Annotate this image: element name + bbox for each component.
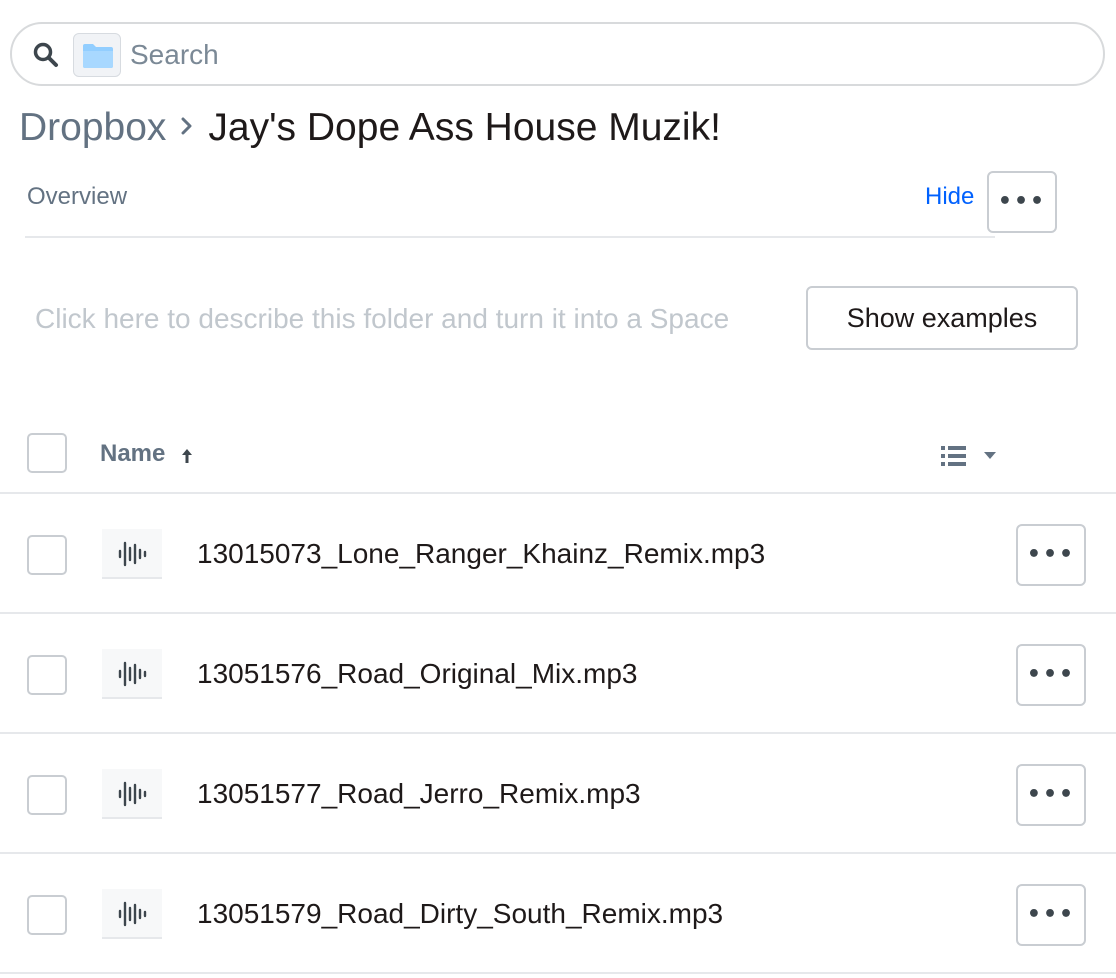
audio-file-icon — [102, 529, 162, 579]
row-checkbox[interactable] — [27, 535, 67, 575]
row-more-button[interactable]: ••• — [1016, 644, 1086, 706]
row-divider — [0, 972, 1116, 974]
table-row[interactable]: 13051576_Road_Original_Mix.mp3 ••• — [0, 614, 1116, 734]
table-row[interactable]: 13051577_Road_Jerro_Remix.mp3 ••• — [0, 734, 1116, 854]
file-name[interactable]: 13051577_Road_Jerro_Remix.mp3 — [197, 778, 641, 810]
file-name[interactable]: 13015073_Lone_Ranger_Khainz_Remix.mp3 — [197, 538, 765, 570]
folder-scope-chip[interactable] — [73, 33, 121, 77]
table-row[interactable]: 13015073_Lone_Ranger_Khainz_Remix.mp3 ••… — [0, 494, 1116, 614]
view-options-toggle[interactable] — [940, 444, 1000, 470]
show-examples-button[interactable]: Show examples — [806, 286, 1078, 350]
audio-file-icon — [102, 889, 162, 939]
search-icon — [32, 41, 60, 69]
row-checkbox[interactable] — [27, 655, 67, 695]
row-more-button[interactable]: ••• — [1016, 764, 1086, 826]
row-more-button[interactable]: ••• — [1016, 524, 1086, 586]
table-row[interactable]: 13051579_Road_Dirty_South_Remix.mp3 ••• — [0, 854, 1116, 974]
overview-divider — [25, 236, 995, 238]
overview-label: Overview — [27, 183, 128, 210]
sort-ascending-icon — [180, 447, 194, 470]
folder-icon — [83, 44, 113, 68]
audio-file-icon — [102, 769, 162, 819]
hide-overview-link[interactable]: Hide — [925, 183, 974, 211]
search-input[interactable] — [130, 34, 1070, 76]
more-options-icon: ••• — [1026, 902, 1076, 927]
row-checkbox[interactable] — [27, 775, 67, 815]
more-options-icon: ••• — [1026, 662, 1076, 687]
chevron-right-icon — [180, 115, 194, 142]
breadcrumb-root-link[interactable]: Dropbox — [19, 106, 166, 150]
more-options-icon: ••• — [997, 189, 1047, 214]
name-column-header[interactable]: Name — [100, 440, 165, 468]
select-all-checkbox[interactable] — [27, 433, 67, 473]
row-checkbox[interactable] — [27, 895, 67, 935]
list-view-icon — [941, 446, 996, 466]
audio-file-icon — [102, 649, 162, 699]
overview-more-button[interactable]: ••• — [987, 171, 1057, 233]
file-name[interactable]: 13051576_Road_Original_Mix.mp3 — [197, 658, 638, 690]
row-more-button[interactable]: ••• — [1016, 884, 1086, 946]
more-options-icon: ••• — [1026, 782, 1076, 807]
page-title: Jay's Dope Ass House Muzik! — [208, 106, 721, 149]
breadcrumb: Dropbox Jay's Dope Ass House Muzik! — [19, 106, 721, 158]
more-options-icon: ••• — [1026, 542, 1076, 567]
search-bar[interactable] — [10, 22, 1105, 86]
file-name[interactable]: 13051579_Road_Dirty_South_Remix.mp3 — [197, 898, 723, 930]
folder-description-prompt[interactable]: Click here to describe this folder and t… — [35, 303, 729, 335]
